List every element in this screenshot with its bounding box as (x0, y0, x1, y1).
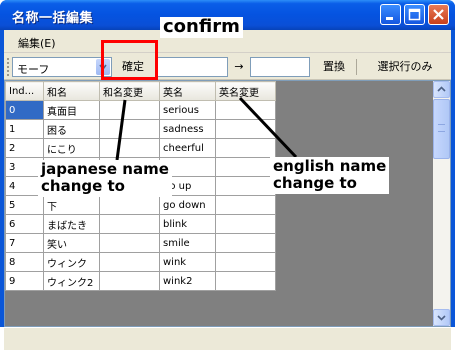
japanese-pointer-line (115, 99, 127, 161)
english-pointer-line (238, 96, 298, 159)
annotation-english-line2: change to (273, 174, 357, 193)
annotation-japanese-line2: change to (41, 177, 125, 196)
annotation-english: english name change to (270, 157, 390, 194)
status-bar (4, 328, 451, 350)
annotation-japanese-line1: japanese name (41, 160, 169, 178)
annotation-japanese: japanese name change to (38, 160, 172, 197)
annotation-english-line1: english name (273, 157, 387, 175)
annotation-confirm: confirm (160, 16, 243, 38)
